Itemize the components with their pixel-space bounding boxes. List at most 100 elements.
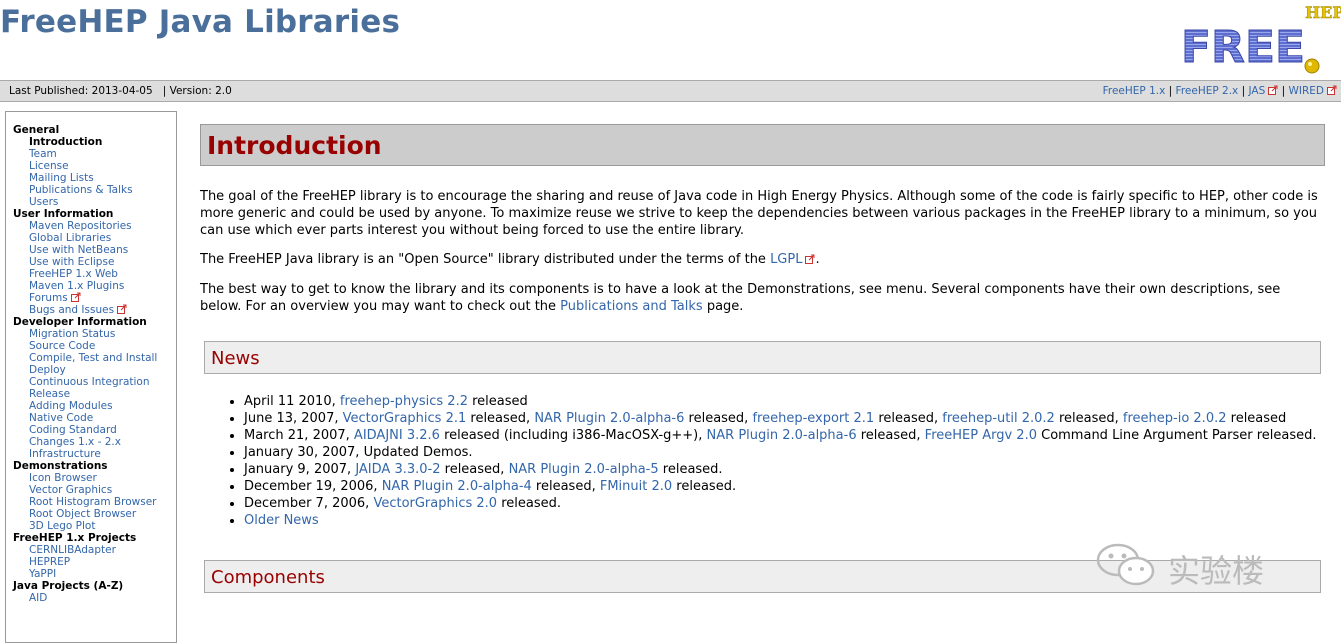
sidebar-item[interactable]: Native Code <box>6 412 176 424</box>
sidebar-item[interactable]: Root Object Browser <box>6 508 176 520</box>
sidebar-item[interactable]: Coding Standard <box>6 424 176 436</box>
svg-text:HEP: HEP <box>1305 3 1341 22</box>
sidebar-item[interactable]: FreeHEP 1.x Web <box>6 268 176 280</box>
sidebar-item[interactable]: Publications & Talks <box>6 184 176 196</box>
sidebar-link[interactable]: Coding Standard <box>29 424 117 436</box>
sidebar-link[interactable]: Team <box>29 148 57 160</box>
sidebar-link[interactable]: Adding Modules <box>29 400 113 412</box>
sidebar-link[interactable]: Infrastructure <box>29 448 101 460</box>
news-item: June 13, 2007, VectorGraphics 2.1 releas… <box>244 410 1325 427</box>
sidebar-item[interactable]: Continuous Integration <box>6 376 176 388</box>
sidebar-link[interactable]: FreeHEP 1.x Web <box>29 268 118 280</box>
external-link-icon <box>70 292 81 302</box>
sidebar-section-list: AID <box>6 592 176 604</box>
news-link[interactable]: NAR Plugin 2.0-alpha-6 <box>707 428 857 443</box>
news-link[interactable]: NAR Plugin 2.0-alpha-4 <box>382 479 532 494</box>
sidebar-link[interactable]: Publications & Talks <box>29 184 133 196</box>
sidebar-link[interactable]: YaPPI <box>29 568 56 580</box>
sidebar-section-title: User Information <box>13 208 114 220</box>
sidebar-item[interactable]: Icon Browser <box>6 472 176 484</box>
sidebar-link[interactable]: Use with Eclipse <box>29 256 114 268</box>
sidebar-link[interactable]: 3D Lego Plot <box>29 520 95 532</box>
news-link[interactable]: freehep-io 2.0.2 <box>1123 411 1227 426</box>
sidebar-item[interactable]: Migration Status <box>6 328 176 340</box>
link-freehep-2x[interactable]: FreeHEP 2.x <box>1176 85 1239 97</box>
sidebar-link[interactable]: Use with NetBeans <box>29 244 128 256</box>
publications-link[interactable]: Publications and Talks <box>560 299 703 314</box>
external-link-icon <box>1268 85 1278 95</box>
sidebar-link[interactable]: Native Code <box>29 412 93 424</box>
sidebar-link[interactable]: Migration Status <box>29 328 115 340</box>
sidebar-item[interactable]: Maven Repositories <box>6 220 176 232</box>
sidebar-link[interactable]: Vector Graphics <box>29 484 112 496</box>
news-item: December 7, 2006, VectorGraphics 2.0 rel… <box>244 495 1325 512</box>
news-link[interactable]: FreeHEP Argv 2.0 <box>925 428 1037 443</box>
sidebar-item[interactable]: Team <box>6 148 176 160</box>
sidebar-item[interactable]: Bugs and Issues <box>6 304 176 316</box>
sidebar-item[interactable]: Use with Eclipse <box>6 256 176 268</box>
news-link[interactable]: Older News <box>244 513 319 528</box>
sidebar-item[interactable]: Adding Modules <box>6 400 176 412</box>
sidebar-item[interactable]: License <box>6 160 176 172</box>
lgpl-link[interactable]: LGPL <box>770 252 815 267</box>
sidebar-item[interactable]: AID <box>6 592 176 604</box>
news-link[interactable]: freehep-export 2.1 <box>752 411 874 426</box>
sidebar-link[interactable]: Icon Browser <box>29 472 97 484</box>
sidebar-link[interactable]: CERNLIBAdapter <box>29 544 116 556</box>
sidebar-item[interactable]: Release <box>6 388 176 400</box>
news-link[interactable]: freehep-util 2.0.2 <box>942 411 1055 426</box>
sidebar-link[interactable]: Mailing Lists <box>29 172 94 184</box>
news-link[interactable]: AIDAJNI 3.2.6 <box>354 428 440 443</box>
news-link[interactable]: NAR Plugin 2.0-alpha-5 <box>509 462 659 477</box>
sidebar-item[interactable]: Deploy <box>6 364 176 376</box>
news-link[interactable]: NAR Plugin 2.0-alpha-6 <box>534 411 684 426</box>
sidebar-link[interactable]: Root Histogram Browser <box>29 496 156 508</box>
link-wired[interactable]: WIRED <box>1289 85 1338 97</box>
external-link-icon <box>805 254 815 264</box>
sidebar-link[interactable]: HEPREP <box>29 556 70 568</box>
sidebar-item[interactable]: Forums <box>6 292 176 304</box>
sidebar-item[interactable]: 3D Lego Plot <box>6 520 176 532</box>
sidebar-link[interactable]: Release <box>29 388 70 400</box>
sidebar-item[interactable]: Changes 1.x - 2.x <box>6 436 176 448</box>
sidebar-item[interactable]: Global Libraries <box>6 232 176 244</box>
news-item: April 11 2010, freehep-physics 2.2 relea… <box>244 393 1325 410</box>
sidebar-link[interactable]: Source Code <box>29 340 95 352</box>
sidebar-link[interactable]: Deploy <box>29 364 66 376</box>
link-jas[interactable]: JAS <box>1249 85 1279 97</box>
sidebar-item[interactable]: Users <box>6 196 176 208</box>
sidebar-item[interactable]: Infrastructure <box>6 448 176 460</box>
sidebar-item[interactable]: Source Code <box>6 340 176 352</box>
sidebar-item: Introduction <box>29 136 103 148</box>
wechat-icon <box>1096 543 1155 586</box>
sidebar-item[interactable]: Use with NetBeans <box>6 244 176 256</box>
sidebar-link[interactable]: Continuous Integration <box>29 376 150 388</box>
news-link[interactable]: JAIDA 3.3.0-2 <box>355 462 440 477</box>
sidebar-link[interactable]: Global Libraries <box>29 232 111 244</box>
sidebar-link[interactable]: Forums <box>29 292 81 304</box>
svg-text:FREE: FREE <box>1181 22 1305 73</box>
sidebar-item[interactable]: CERNLIBAdapter <box>6 544 176 556</box>
news-link[interactable]: VectorGraphics 2.1 <box>343 411 467 426</box>
sidebar-item[interactable]: Vector Graphics <box>6 484 176 496</box>
sidebar-item[interactable]: YaPPI <box>6 568 176 580</box>
sidebar-link[interactable]: Bugs and Issues <box>29 304 127 316</box>
sidebar-item[interactable]: Root Histogram Browser <box>6 496 176 508</box>
sidebar-link[interactable]: Changes 1.x - 2.x <box>29 436 121 448</box>
sidebar-link[interactable]: License <box>29 160 69 172</box>
news-link[interactable]: VectorGraphics 2.0 <box>373 496 497 511</box>
sidebar-item[interactable]: Compile, Test and Install <box>6 352 176 364</box>
link-freehep-1x[interactable]: FreeHEP 1.x <box>1103 85 1166 97</box>
sidebar-link[interactable]: Maven 1.x Plugins <box>29 280 124 292</box>
sidebar-link[interactable]: Root Object Browser <box>29 508 136 520</box>
sidebar-item[interactable]: HEPREP <box>6 556 176 568</box>
sidebar-link[interactable]: Users <box>29 196 58 208</box>
sidebar-item[interactable]: Maven 1.x Plugins <box>6 280 176 292</box>
sidebar-link[interactable]: Compile, Test and Install <box>29 352 157 364</box>
news-link[interactable]: FMinuit 2.0 <box>600 479 672 494</box>
news-link[interactable]: freehep-physics 2.2 <box>340 394 468 409</box>
sidebar-link[interactable]: AID <box>29 592 47 604</box>
sidebar-link[interactable]: Maven Repositories <box>29 220 132 232</box>
freehep-logo[interactable]: FREE HEP <box>1181 2 1341 78</box>
sidebar-item[interactable]: Mailing Lists <box>6 172 176 184</box>
